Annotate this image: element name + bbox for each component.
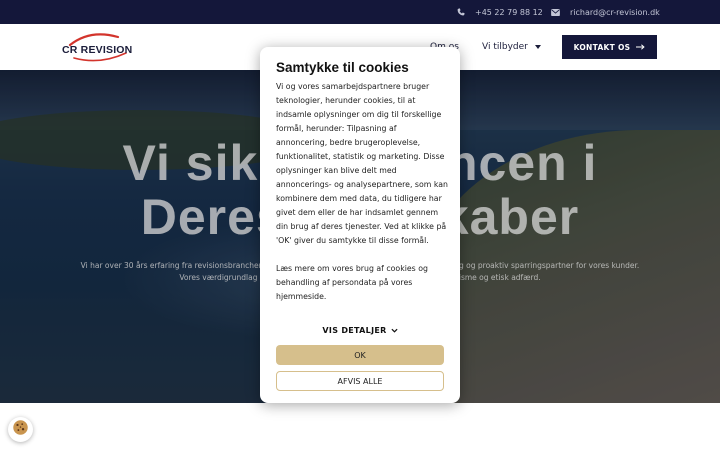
accept-cookies-button[interactable]: OK — [276, 345, 444, 365]
show-details-label: VIS DETALJER — [322, 326, 387, 335]
reject-all-label: AFVIS ALLE — [337, 376, 383, 386]
contact-button[interactable]: KONTAKT OS — [562, 35, 657, 59]
cookie-settings-button[interactable] — [8, 417, 33, 442]
chevron-down-icon — [534, 45, 541, 49]
cookie-consent-dialog: Samtykke til cookies Vi og vores samarbe… — [260, 47, 460, 403]
cookie-dialog-title: Samtykke til cookies — [276, 60, 409, 75]
nav-services-dropdown[interactable]: Vi tilbyder — [482, 24, 541, 70]
accept-cookies-label: OK — [354, 350, 366, 360]
show-details-button[interactable]: VIS DETALJER — [260, 326, 460, 335]
nav-services-label: Vi tilbyder — [482, 42, 528, 52]
phone-icon — [457, 8, 465, 16]
arrow-right-icon — [636, 43, 646, 52]
cookie-dialog-more-info: Læs mere om vores brug af cookies og beh… — [276, 264, 428, 301]
cookie-dialog-body: Vi og vores samarbejdspartnere bruger te… — [276, 80, 448, 304]
phone-link[interactable]: +45 22 79 88 12 — [457, 0, 543, 24]
email-address: richard@cr-revision.dk — [570, 7, 660, 17]
email-link[interactable]: richard@cr-revision.dk — [551, 0, 660, 24]
mail-icon — [551, 8, 560, 16]
chevron-down-icon — [391, 326, 398, 335]
cookie-icon — [12, 419, 29, 440]
reject-all-button[interactable]: AFVIS ALLE — [276, 371, 444, 391]
phone-number: +45 22 79 88 12 — [475, 7, 543, 17]
top-bar: +45 22 79 88 12 richard@cr-revision.dk — [0, 0, 720, 24]
logo[interactable]: CR REVISION — [60, 31, 134, 63]
logo-text: CR REVISION — [62, 44, 133, 56]
contact-button-label: KONTAKT OS — [573, 42, 631, 52]
cookie-dialog-text: Vi og vores samarbejdspartnere bruger te… — [276, 82, 448, 245]
